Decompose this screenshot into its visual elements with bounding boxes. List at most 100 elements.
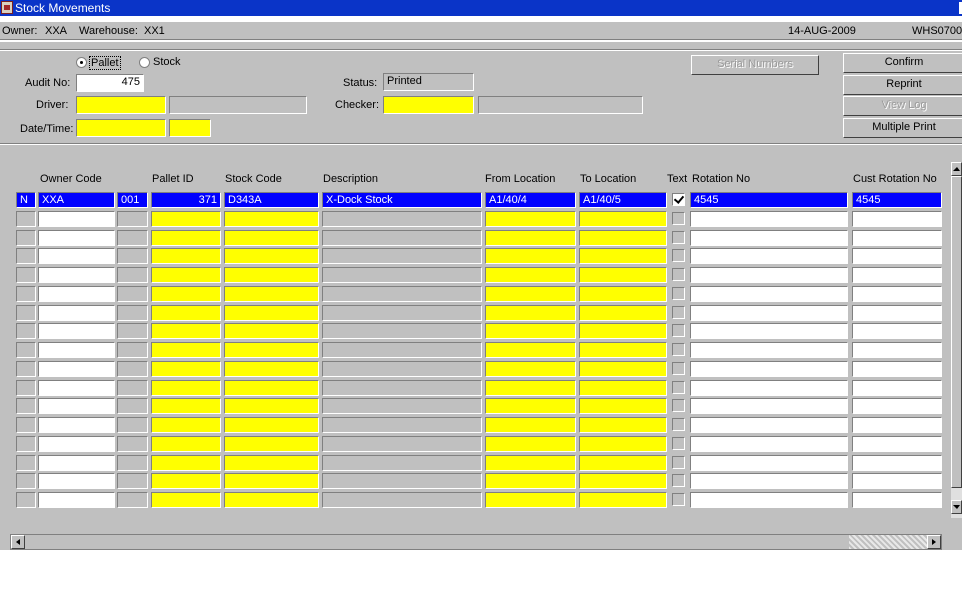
to-location-cell[interactable]: [579, 211, 667, 227]
scroll-right-button[interactable]: [927, 535, 941, 549]
rotation-no-cell[interactable]: [690, 492, 848, 508]
pallet-id-cell[interactable]: [151, 398, 221, 414]
from-location-cell[interactable]: [485, 342, 576, 358]
pallet-id-cell[interactable]: [151, 286, 221, 302]
checker-field[interactable]: [383, 96, 474, 114]
scroll-left-button[interactable]: [11, 535, 25, 549]
stock-code-cell[interactable]: [224, 211, 319, 227]
stock-code-cell[interactable]: [224, 380, 319, 396]
pallet-radio-label[interactable]: Pallet: [89, 56, 121, 70]
cust-rotation-no-cell[interactable]: [852, 305, 942, 321]
cust-rotation-no-cell[interactable]: [852, 436, 942, 452]
owner-code-cell[interactable]: [38, 323, 115, 339]
text-checkbox[interactable]: [672, 474, 685, 487]
serial-numbers-button[interactable]: Serial Numbers: [691, 55, 819, 75]
to-location-cell[interactable]: [579, 248, 667, 264]
stock-code-cell[interactable]: [224, 455, 319, 471]
horizontal-scrollbar[interactable]: [10, 534, 942, 550]
stock-code-cell[interactable]: [224, 323, 319, 339]
rotation-no-cell[interactable]: [690, 417, 848, 433]
to-location-cell[interactable]: [579, 436, 667, 452]
stock-code-cell[interactable]: [224, 248, 319, 264]
rotation-no-cell[interactable]: [690, 305, 848, 321]
to-location-cell[interactable]: [579, 361, 667, 377]
owner-code-cell[interactable]: [38, 267, 115, 283]
text-checkbox[interactable]: [672, 456, 685, 469]
from-location-cell[interactable]: [485, 417, 576, 433]
to-location-cell[interactable]: [579, 286, 667, 302]
owner-code-cell[interactable]: [38, 455, 115, 471]
text-checkbox[interactable]: [672, 362, 685, 375]
cust-rotation-no-cell[interactable]: [852, 342, 942, 358]
cust-rotation-no-cell[interactable]: [852, 417, 942, 433]
from-location-cell[interactable]: [485, 211, 576, 227]
pallet-id-cell[interactable]: [151, 230, 221, 246]
from-location-cell[interactable]: [485, 361, 576, 377]
stock-code-cell[interactable]: [224, 305, 319, 321]
stock-code-cell[interactable]: [224, 398, 319, 414]
scroll-down-button[interactable]: [951, 500, 962, 514]
vertical-scrollbar[interactable]: [951, 162, 962, 518]
cust-rotation-no-cell[interactable]: 4545: [852, 192, 942, 208]
cust-rotation-no-cell[interactable]: [852, 267, 942, 283]
cust-rotation-no-cell[interactable]: [852, 473, 942, 489]
cust-rotation-no-cell[interactable]: [852, 230, 942, 246]
stock-code-cell[interactable]: [224, 492, 319, 508]
rotation-no-cell[interactable]: [690, 436, 848, 452]
confirm-button[interactable]: Confirm: [843, 53, 962, 73]
text-checkbox[interactable]: [672, 249, 685, 262]
view-log-button[interactable]: View Log: [843, 96, 962, 116]
stock-radio-label[interactable]: Stock: [153, 56, 181, 68]
pallet-id-cell[interactable]: [151, 305, 221, 321]
rotation-no-cell[interactable]: [690, 361, 848, 377]
text-checkbox[interactable]: [672, 343, 685, 356]
text-checkbox[interactable]: [672, 399, 685, 412]
pallet-id-cell[interactable]: [151, 267, 221, 283]
text-checkbox[interactable]: [672, 324, 685, 337]
stock-code-cell[interactable]: [224, 342, 319, 358]
multiple-print-button[interactable]: Multiple Print: [843, 118, 962, 138]
pallet-id-cell[interactable]: [151, 417, 221, 433]
stock-code-cell[interactable]: [224, 436, 319, 452]
to-location-cell[interactable]: [579, 380, 667, 396]
rotation-no-cell[interactable]: [690, 398, 848, 414]
rotation-no-cell[interactable]: [690, 455, 848, 471]
text-checkbox[interactable]: [672, 306, 685, 319]
to-location-cell[interactable]: [579, 455, 667, 471]
from-location-cell[interactable]: [485, 473, 576, 489]
rotation-no-cell[interactable]: [690, 230, 848, 246]
stock-code-cell[interactable]: D343A: [224, 192, 319, 208]
owner-code-cell[interactable]: [38, 417, 115, 433]
rotation-no-cell[interactable]: [690, 267, 848, 283]
text-checkbox[interactable]: [672, 193, 685, 206]
owner-code-cell[interactable]: [38, 342, 115, 358]
rotation-no-cell[interactable]: [690, 380, 848, 396]
cust-rotation-no-cell[interactable]: [852, 286, 942, 302]
from-location-cell[interactable]: [485, 305, 576, 321]
owner-code-cell[interactable]: [38, 211, 115, 227]
pallet-id-cell[interactable]: [151, 342, 221, 358]
cust-rotation-no-cell[interactable]: [852, 361, 942, 377]
owner-code-cell[interactable]: [38, 473, 115, 489]
text-checkbox[interactable]: [672, 381, 685, 394]
rotation-no-cell[interactable]: 4545: [690, 192, 848, 208]
cust-rotation-no-cell[interactable]: [852, 492, 942, 508]
stock-code-cell[interactable]: [224, 267, 319, 283]
cust-rotation-no-cell[interactable]: [852, 380, 942, 396]
owner-code-cell[interactable]: [38, 380, 115, 396]
rotation-no-cell[interactable]: [690, 473, 848, 489]
owner-code-cell[interactable]: [38, 361, 115, 377]
pallet-radio[interactable]: [76, 57, 87, 68]
from-location-cell[interactable]: [485, 455, 576, 471]
pallet-id-cell[interactable]: [151, 436, 221, 452]
rotation-no-cell[interactable]: [690, 248, 848, 264]
pallet-id-cell[interactable]: [151, 380, 221, 396]
stock-radio[interactable]: [139, 57, 150, 68]
to-location-cell[interactable]: [579, 492, 667, 508]
pallet-id-cell[interactable]: [151, 211, 221, 227]
to-location-cell[interactable]: A1/40/5: [579, 192, 667, 208]
pallet-id-cell[interactable]: [151, 323, 221, 339]
owner-code-cell[interactable]: [38, 436, 115, 452]
from-location-cell[interactable]: [485, 492, 576, 508]
to-location-cell[interactable]: [579, 398, 667, 414]
